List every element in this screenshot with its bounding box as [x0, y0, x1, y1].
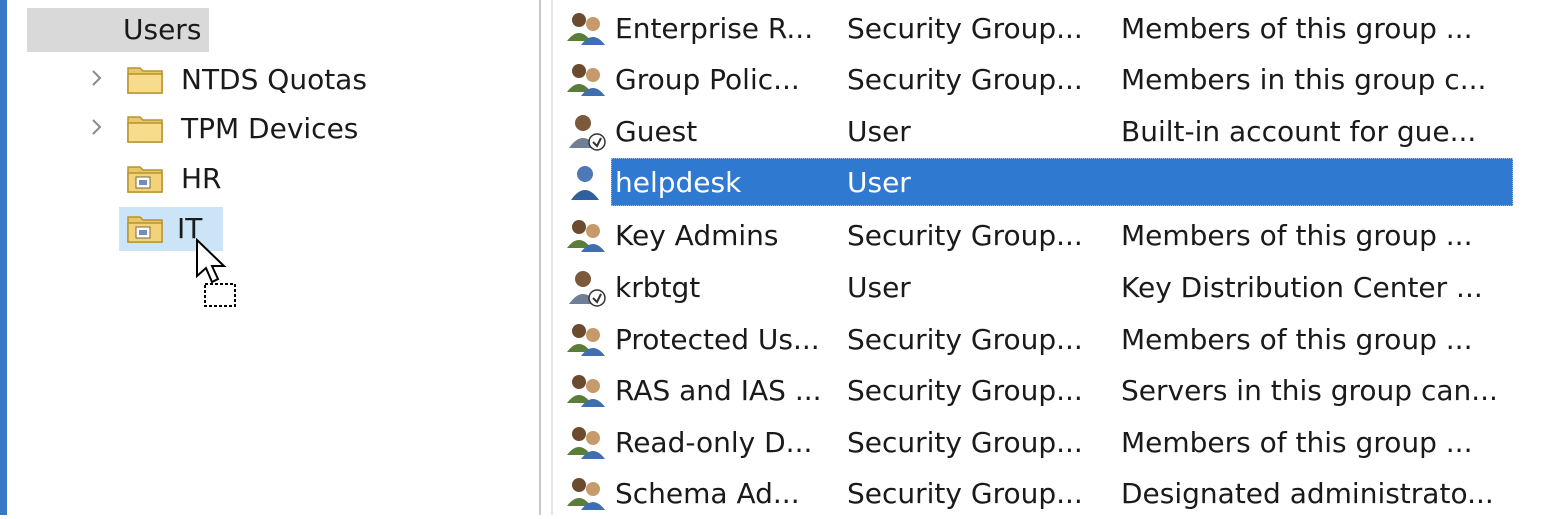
list-row[interactable]: krbtgt User Key Distribution Center ... — [563, 262, 1513, 313]
disabled-user-icon — [565, 112, 609, 152]
list-row[interactable]: Protected Us... Security Group... Member… — [563, 314, 1513, 365]
group-icon — [565, 60, 609, 100]
object-description: Members of this group ... — [1121, 219, 1473, 252]
tree-item-tpm-devices[interactable]: TPM Devices — [85, 107, 425, 151]
object-name: helpdesk — [615, 166, 742, 199]
list-row[interactable]: Schema Ad... Security Group... Designate… — [563, 468, 1513, 519]
chevron-right-icon[interactable] — [85, 66, 109, 90]
object-name: Enterprise R... — [615, 12, 814, 45]
object-type: Security Group... — [847, 63, 1083, 96]
object-name: Group Polic... — [615, 63, 800, 96]
object-type: Security Group... — [847, 477, 1083, 510]
list-row[interactable]: Enterprise R... Security Group... Member… — [563, 3, 1513, 54]
group-icon — [565, 9, 609, 49]
object-type: Security Group... — [847, 374, 1083, 407]
object-type: User — [847, 166, 911, 199]
object-type: Security Group... — [847, 426, 1083, 459]
tree-item-users[interactable]: Users — [27, 8, 385, 52]
list-row-selected[interactable]: helpdesk User — [563, 157, 1513, 208]
console-tree: Users NTDS Quotas TPM Devices HR IT — [7, 0, 539, 515]
object-description: Servers in this group can... — [1121, 374, 1498, 407]
object-list: Enterprise R... Security Group... Member… — [553, 0, 1549, 515]
object-name: Guest — [615, 115, 698, 148]
list-row[interactable]: Key Admins Security Group... Members of … — [563, 210, 1513, 261]
folder-icon — [125, 62, 165, 96]
list-row[interactable]: Read-only D... Security Group... Members… — [563, 417, 1513, 468]
object-description — [1121, 157, 1513, 208]
pane-splitter[interactable] — [539, 0, 553, 515]
ou-folder-icon — [125, 161, 165, 195]
object-name: Key Admins — [615, 219, 779, 252]
group-icon — [565, 474, 609, 514]
object-type: Security Group... — [847, 219, 1083, 252]
group-icon — [565, 371, 609, 411]
object-name: Read-only D... — [615, 426, 813, 459]
list-row[interactable]: Guest User Built-in account for gue... — [563, 106, 1513, 157]
object-name: krbtgt — [615, 271, 701, 304]
disabled-user-icon — [565, 268, 609, 308]
object-type: User — [847, 115, 911, 148]
object-description: Built-in account for gue... — [1121, 115, 1477, 148]
object-description: Members of this group ... — [1121, 12, 1473, 45]
tree-item-ntds-quotas[interactable]: NTDS Quotas — [85, 58, 425, 102]
object-name: Protected Us... — [615, 323, 820, 356]
object-name: RAS and IAS ... — [615, 374, 822, 407]
ou-folder-icon — [125, 211, 165, 245]
user-icon — [565, 163, 609, 203]
tree-item-label: HR — [181, 162, 222, 195]
list-row[interactable]: Group Polic... Security Group... Members… — [563, 54, 1513, 105]
window-left-edge — [0, 0, 7, 515]
object-description: Members of this group ... — [1121, 426, 1473, 459]
tree-item-hr[interactable]: HR — [85, 157, 285, 201]
list-row[interactable]: RAS and IAS ... Security Group... Server… — [563, 365, 1513, 416]
group-icon — [565, 423, 609, 463]
object-description: Members in this group c... — [1121, 63, 1487, 96]
drag-cursor-icon — [195, 237, 243, 314]
group-icon — [565, 320, 609, 360]
group-icon — [565, 216, 609, 256]
object-type: Security Group... — [847, 12, 1083, 45]
object-name: Schema Ad... — [615, 477, 800, 510]
chevron-right-icon[interactable] — [85, 115, 109, 139]
object-description: Key Distribution Center ... — [1121, 271, 1483, 304]
tree-item-label: TPM Devices — [181, 112, 359, 145]
object-description: Members of this group ... — [1121, 323, 1473, 356]
object-type: User — [847, 271, 911, 304]
object-description: Designated administrato... — [1121, 477, 1494, 510]
tree-item-label: Users — [27, 8, 210, 52]
tree-item-label: NTDS Quotas — [181, 63, 367, 96]
object-type: Security Group... — [847, 323, 1083, 356]
folder-icon — [125, 111, 165, 145]
